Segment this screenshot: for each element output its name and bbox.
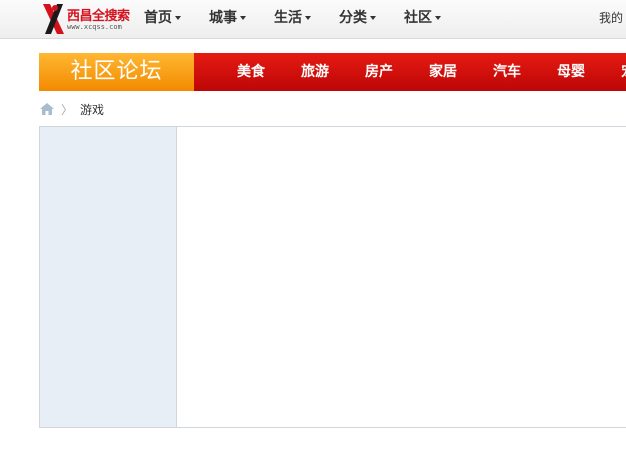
menu-city-label: 城事 <box>209 10 237 26</box>
chevron-down-icon <box>175 16 181 20</box>
channel-item-travel[interactable]: 旅游 <box>301 53 365 91</box>
content-panel <box>39 126 626 428</box>
menu-classified-label: 分类 <box>339 10 367 26</box>
chevron-down-icon <box>370 16 376 20</box>
site-logo[interactable]: 西昌全搜索 www.xcqss.com <box>40 2 130 36</box>
menu-life[interactable]: 生活 <box>274 0 311 38</box>
forum-title[interactable]: 社区论坛 <box>39 53 194 91</box>
breadcrumb-separator: 〉 <box>61 102 74 117</box>
chevron-down-icon <box>240 16 246 20</box>
xc-logo-icon <box>43 4 64 34</box>
my-account-link[interactable]: 我的 <box>599 0 623 37</box>
menu-community[interactable]: 社区 <box>404 0 441 38</box>
channel-nav: 美食 旅游 房产 家居 汽车 母婴 宠物 <box>237 53 626 91</box>
breadcrumb-current: 游戏 <box>80 102 105 117</box>
logo-url: www.xcqss.com <box>67 23 122 31</box>
channel-item-pets[interactable]: 宠物 <box>621 53 626 91</box>
chevron-down-icon <box>305 16 311 20</box>
menu-classified[interactable]: 分类 <box>339 0 376 38</box>
menu-community-label: 社区 <box>404 10 432 26</box>
breadcrumb: 〉 游戏 <box>39 100 104 118</box>
menu-home[interactable]: 首页 <box>144 0 181 38</box>
logo-text: 西昌全搜索 <box>67 9 130 24</box>
sidebar <box>40 127 177 427</box>
main-menu: 首页 城事 生活 分类 社区 <box>144 0 469 38</box>
home-icon[interactable] <box>39 102 55 116</box>
channel-item-auto[interactable]: 汽车 <box>493 53 557 91</box>
channel-item-baby[interactable]: 母婴 <box>557 53 621 91</box>
menu-home-label: 首页 <box>144 10 172 26</box>
menu-city[interactable]: 城事 <box>209 0 246 38</box>
channel-item-food[interactable]: 美食 <box>237 53 301 91</box>
menu-life-label: 生活 <box>274 10 302 26</box>
top-navigation-bar: 西昌全搜索 www.xcqss.com 首页 城事 生活 分类 社区 我的 <box>0 0 626 39</box>
chevron-down-icon <box>435 16 441 20</box>
channel-item-realestate[interactable]: 房产 <box>365 53 429 91</box>
channel-item-home[interactable]: 家居 <box>429 53 493 91</box>
channel-bar: 社区论坛 美食 旅游 房产 家居 汽车 母婴 宠物 <box>39 53 626 91</box>
